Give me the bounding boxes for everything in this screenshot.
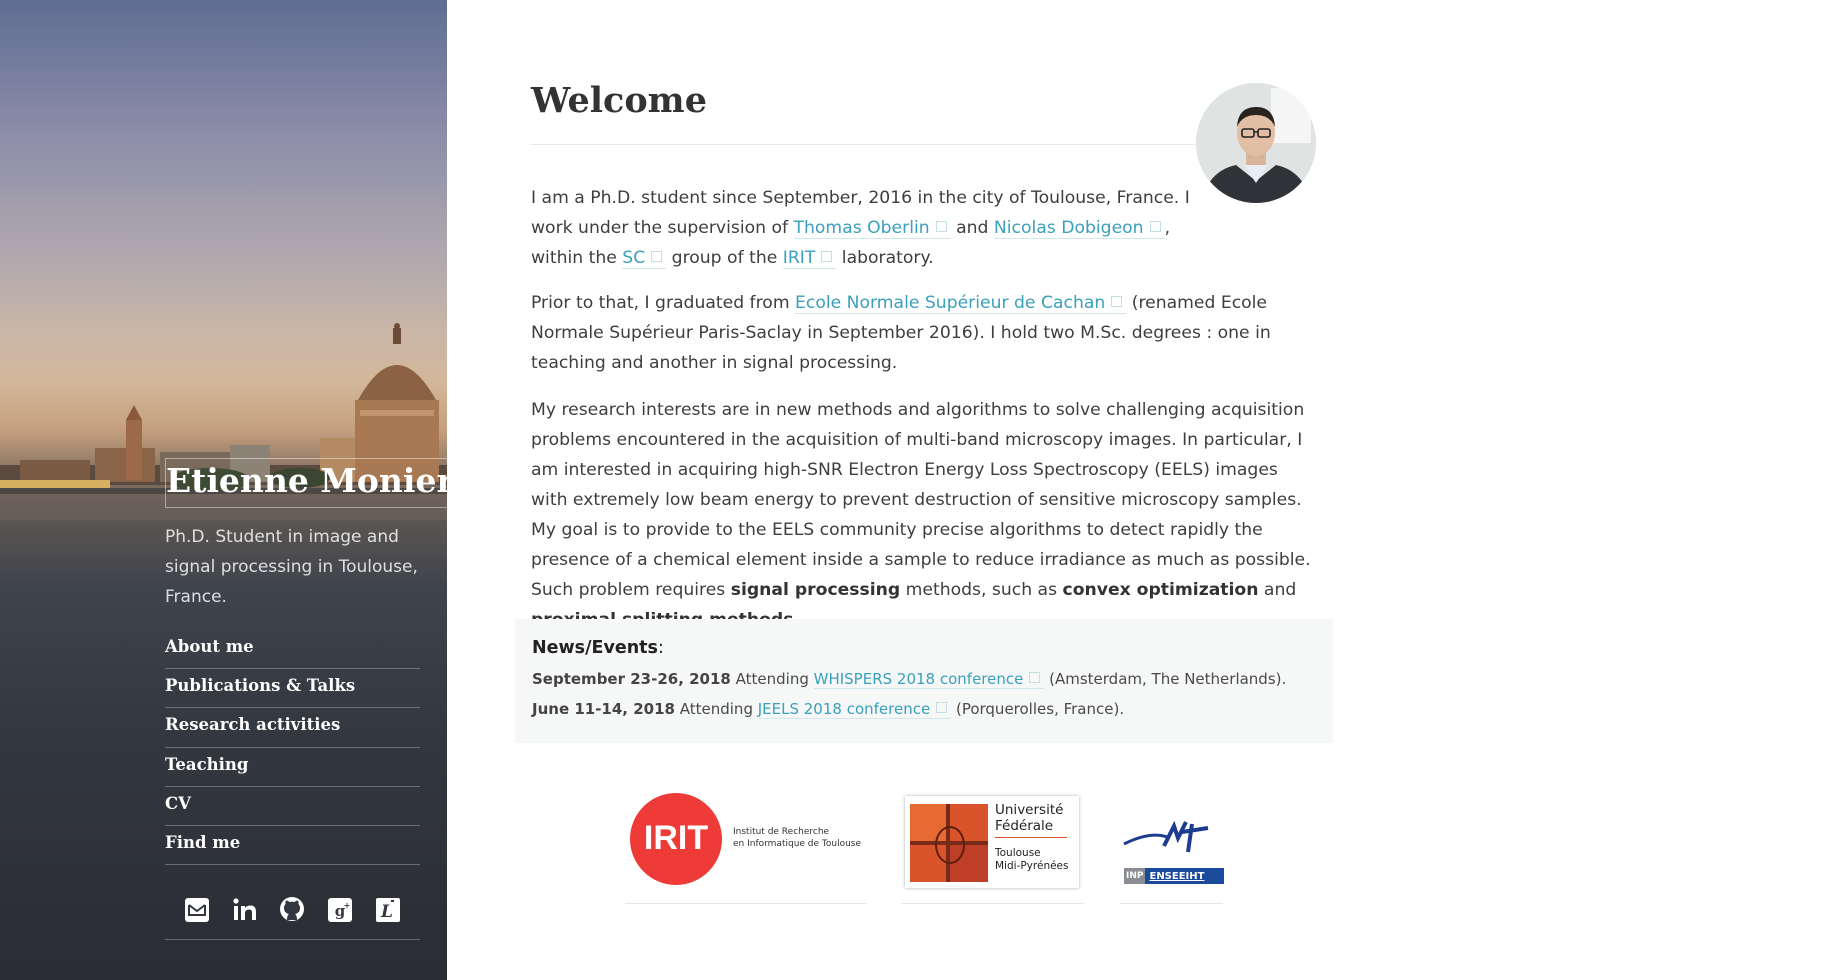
site-tagline: Ph.D. Student in image and signal proces… <box>165 527 418 607</box>
intro-text-4: group of the <box>666 248 783 268</box>
news-item: June 11-14, 2018 Attending JEELS 2018 co… <box>532 700 1125 719</box>
news-text: (Amsterdam, The Netherlands). <box>1044 670 1287 688</box>
news-date: June 11-14, 2018 <box>532 700 675 718</box>
link-ens-cachan[interactable]: Ecole Normale Supérieur de Cachan <box>795 293 1127 314</box>
irit-logo-text: Institut de Recherche en Informatique de … <box>733 827 862 849</box>
news-text: (Porquerolles, France). <box>951 700 1125 718</box>
enseeiht-logo-link[interactable]: INP ENSEEIHT <box>1120 788 1224 904</box>
nav-item-find-me: Find me <box>165 826 420 866</box>
external-link-icon <box>936 702 948 713</box>
nav-item-teaching: Teaching <box>165 748 420 787</box>
external-link-icon <box>1111 296 1123 307</box>
nav-item-about-me: About me <box>165 630 420 670</box>
intro-text-2: and <box>950 218 994 238</box>
sidebar: Etienne Monier Ph.D. Student in image an… <box>0 0 447 980</box>
svg-text:+: + <box>344 901 351 910</box>
uftmp-logo: Université Fédérale Toulouse Midi-Pyréné… <box>905 796 1079 888</box>
research-text-1: My research interests are in new methods… <box>531 400 1311 600</box>
link-jeels-2018[interactable]: JEELS 2018 conference <box>757 700 952 719</box>
keyword-convex-optimization: convex optimization <box>1062 580 1259 600</box>
nav-item-cv: CV <box>165 787 420 826</box>
link-irit[interactable]: IRIT <box>782 248 837 269</box>
keyword-signal-processing: signal processing <box>730 580 901 600</box>
linkedin-icon[interactable] <box>230 895 260 925</box>
irit-logo-link[interactable]: IRIT Institut de Recherche en Informatiqu… <box>625 788 867 904</box>
nav-link-research[interactable]: Research activities <box>165 708 420 742</box>
mail-icon[interactable] <box>182 895 212 925</box>
google-plus-icon[interactable]: g + <box>325 895 355 925</box>
nav-item-research: Research activities <box>165 708 420 748</box>
nav-link-publications[interactable]: Publications & Talks <box>165 669 420 703</box>
research-paragraph: My research interests are in new methods… <box>531 395 1316 635</box>
news-date: September 23-26, 2018 <box>532 670 731 688</box>
link-thomas-oberlin[interactable]: Thomas Oberlin <box>793 218 951 239</box>
external-link-icon <box>651 251 663 262</box>
education-paragraph: Prior to that, I graduated from Ecole No… <box>531 288 1316 378</box>
news-text: Attending <box>730 670 814 688</box>
external-link-icon <box>935 221 947 232</box>
page-title: Welcome <box>531 80 707 121</box>
news-item: September 23-26, 2018 Attending WHISPERS… <box>532 670 1287 689</box>
education-text-1: Prior to that, I graduated from <box>531 293 796 313</box>
news-box: News/Events: September 23-26, 2018 Atten… <box>515 619 1333 743</box>
sidebar-nav: About me Publications & Talks Research a… <box>165 630 420 866</box>
latex-icon[interactable]: L <box>373 895 403 925</box>
intro-paragraph: I am a Ph.D. student since September, 20… <box>531 183 1199 273</box>
intro-text-5: laboratory. <box>836 248 934 268</box>
site-title[interactable]: Etienne Monier <box>165 458 447 508</box>
news-title: News/Events: <box>532 638 664 658</box>
link-nicolas-dobigeon[interactable]: Nicolas Dobigeon <box>993 218 1165 239</box>
enseeiht-banner: INP ENSEEIHT <box>1124 868 1224 884</box>
link-whispers-2018[interactable]: WHISPERS 2018 conference <box>813 670 1045 689</box>
research-text-3: and <box>1258 580 1297 600</box>
title-divider <box>531 144 1201 145</box>
external-link-icon <box>1149 221 1161 232</box>
irit-logo: IRIT <box>630 793 722 885</box>
nav-link-find-me[interactable]: Find me <box>165 826 420 860</box>
profile-photo <box>1196 83 1316 203</box>
nav-link-about-me[interactable]: About me <box>165 630 420 664</box>
svg-text:L: L <box>380 902 393 922</box>
uftmp-logo-link[interactable]: Université Fédérale Toulouse Midi-Pyréné… <box>901 788 1084 904</box>
news-text: Attending <box>674 700 758 718</box>
external-link-icon <box>821 251 833 262</box>
social-links: g + L <box>165 880 420 940</box>
nav-link-cv[interactable]: CV <box>165 787 420 821</box>
nav-item-publications: Publications & Talks <box>165 669 420 709</box>
enseeiht-logo <box>1123 820 1209 853</box>
external-link-icon <box>1029 672 1041 683</box>
nav-link-teaching[interactable]: Teaching <box>165 748 420 782</box>
research-text-2: methods, such as <box>900 580 1063 600</box>
link-sc-group[interactable]: SC <box>622 248 667 269</box>
github-icon[interactable] <box>277 895 307 925</box>
